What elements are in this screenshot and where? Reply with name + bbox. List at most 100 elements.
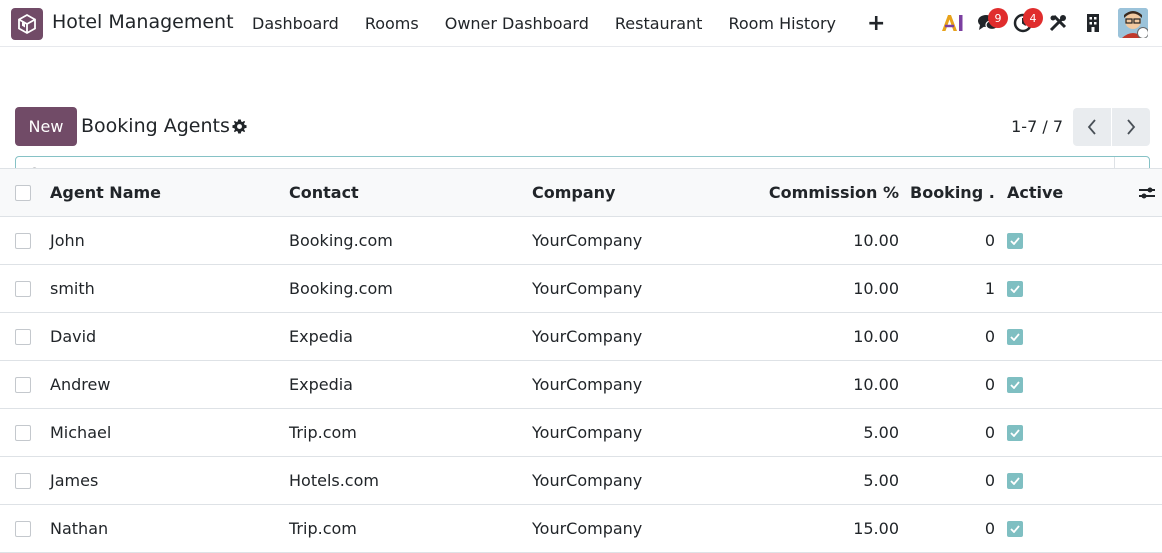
table-row[interactable]: James Hotels.com YourCompany 5.00 0 (0, 457, 1162, 505)
cell-booking: 0 (984, 327, 995, 346)
cell-agent-name: Nathan (50, 519, 109, 538)
cell-booking: 0 (984, 519, 995, 538)
cell-booking: 0 (984, 423, 995, 442)
messages-icon[interactable]: 9 (970, 0, 1008, 46)
column-commission[interactable]: Commission % (769, 169, 899, 216)
column-booking[interactable]: Booking ... (910, 169, 995, 216)
table-row[interactable]: Andrew Expedia YourCompany 10.00 0 (0, 361, 1162, 409)
cell-contact: Booking.com (289, 231, 393, 250)
activity-clock-icon[interactable]: 4 (1005, 0, 1043, 46)
active-checkbox[interactable] (1007, 424, 1023, 441)
cell-company: YourCompany (532, 471, 643, 490)
row-checkbox[interactable] (15, 376, 31, 393)
column-agent-name[interactable]: Agent Name (50, 169, 161, 216)
cell-agent-name: Andrew (50, 375, 111, 394)
column-company[interactable]: Company (532, 169, 615, 216)
column-active[interactable]: Active (1007, 169, 1063, 216)
row-checkbox[interactable] (15, 280, 31, 297)
cell-agent-name: Michael (50, 423, 112, 442)
cell-agent-name: smith (50, 279, 95, 298)
cell-contact: Trip.com (289, 423, 357, 442)
cell-booking: 1 (984, 279, 995, 298)
checkmark-icon (1010, 236, 1020, 245)
menu-restaurant[interactable]: Restaurant (602, 14, 716, 33)
plus-icon[interactable]: + (855, 11, 897, 36)
cell-commission: 10.00 (853, 375, 899, 394)
cell-company: YourCompany (532, 375, 643, 394)
active-checkbox[interactable] (1007, 376, 1023, 393)
checkmark-icon (1010, 428, 1020, 437)
status-dot (1137, 27, 1148, 38)
new-button[interactable]: New (15, 107, 77, 146)
menu-room-history[interactable]: Room History (715, 14, 849, 33)
tools-icon[interactable] (1040, 0, 1075, 46)
row-checkbox[interactable] (15, 520, 31, 537)
active-checkbox[interactable] (1007, 472, 1023, 489)
cell-contact: Trip.com (289, 519, 357, 538)
cell-commission: 10.00 (853, 327, 899, 346)
cell-booking: 0 (984, 471, 995, 490)
company-building-icon[interactable] (1075, 0, 1110, 46)
table-row[interactable]: John Booking.com YourCompany 10.00 0 (0, 217, 1162, 265)
top-navbar: Hotel Management Dashboard Rooms Owner D… (0, 0, 1162, 47)
cell-booking: 0 (984, 375, 995, 394)
active-checkbox[interactable] (1007, 328, 1023, 345)
control-panel: New Booking Agents 1-7 / 7 (0, 47, 1162, 194)
pager-next-button[interactable] (1112, 108, 1150, 146)
cell-commission: 10.00 (853, 231, 899, 250)
cell-commission: 15.00 (853, 519, 899, 538)
active-checkbox[interactable] (1007, 280, 1023, 297)
cell-commission: 5.00 (863, 471, 899, 490)
column-contact[interactable]: Contact (289, 169, 359, 216)
table-row[interactable]: David Expedia YourCompany 10.00 0 (0, 313, 1162, 361)
cell-company: YourCompany (532, 423, 643, 442)
checkmark-icon (1010, 524, 1020, 533)
cell-agent-name: James (50, 471, 99, 490)
row-checkbox[interactable] (15, 232, 31, 249)
row-checkbox[interactable] (15, 424, 31, 441)
table-row[interactable]: Nathan Trip.com YourCompany 15.00 0 (0, 505, 1162, 553)
menu-dashboard[interactable]: Dashboard (239, 14, 352, 33)
cell-contact: Expedia (289, 327, 353, 346)
cell-commission: 10.00 (853, 279, 899, 298)
cell-company: YourCompany (532, 519, 643, 538)
select-all-checkbox[interactable] (15, 184, 31, 201)
cell-company: YourCompany (532, 279, 643, 298)
optional-columns-icon[interactable] (1138, 169, 1156, 216)
main-menu: Dashboard Rooms Owner Dashboard Restaura… (239, 0, 897, 46)
checkmark-icon (1010, 332, 1020, 341)
gear-icon[interactable] (232, 119, 247, 138)
cell-contact: Booking.com (289, 279, 393, 298)
chevron-right-icon (1127, 119, 1136, 135)
menu-owner-dashboard[interactable]: Owner Dashboard (432, 14, 602, 33)
checkmark-icon (1010, 476, 1020, 485)
table-row[interactable]: smith Booking.com YourCompany 10.00 1 (0, 265, 1162, 313)
pager-value[interactable]: 1-7 / 7 (1011, 117, 1063, 136)
breadcrumb: Booking Agents (81, 115, 230, 137)
cell-contact: Hotels.com (289, 471, 379, 490)
ai-icon[interactable] (935, 0, 970, 46)
menu-rooms[interactable]: Rooms (352, 14, 432, 33)
cell-company: YourCompany (532, 231, 643, 250)
cell-company: YourCompany (532, 327, 643, 346)
checkmark-icon (1010, 380, 1020, 389)
row-checkbox[interactable] (15, 328, 31, 345)
table-row[interactable]: Michael Trip.com YourCompany 5.00 0 (0, 409, 1162, 457)
row-checkbox[interactable] (15, 472, 31, 489)
cell-agent-name: John (50, 231, 85, 250)
cell-agent-name: David (50, 327, 97, 346)
pager-previous-button[interactable] (1073, 108, 1111, 146)
user-avatar[interactable] (1118, 8, 1148, 38)
app-logo-icon[interactable] (11, 8, 43, 40)
systray: 9 4 (935, 0, 1162, 46)
agents-list: Agent Name Contact Company Commission % … (0, 168, 1162, 553)
active-checkbox[interactable] (1007, 520, 1023, 537)
cell-booking: 0 (984, 231, 995, 250)
cell-commission: 5.00 (863, 423, 899, 442)
active-checkbox[interactable] (1007, 232, 1023, 249)
cell-contact: Expedia (289, 375, 353, 394)
list-header: Agent Name Contact Company Commission % … (0, 168, 1162, 217)
chevron-left-icon (1087, 119, 1096, 135)
app-name[interactable]: Hotel Management (52, 11, 234, 33)
checkmark-icon (1010, 284, 1020, 293)
